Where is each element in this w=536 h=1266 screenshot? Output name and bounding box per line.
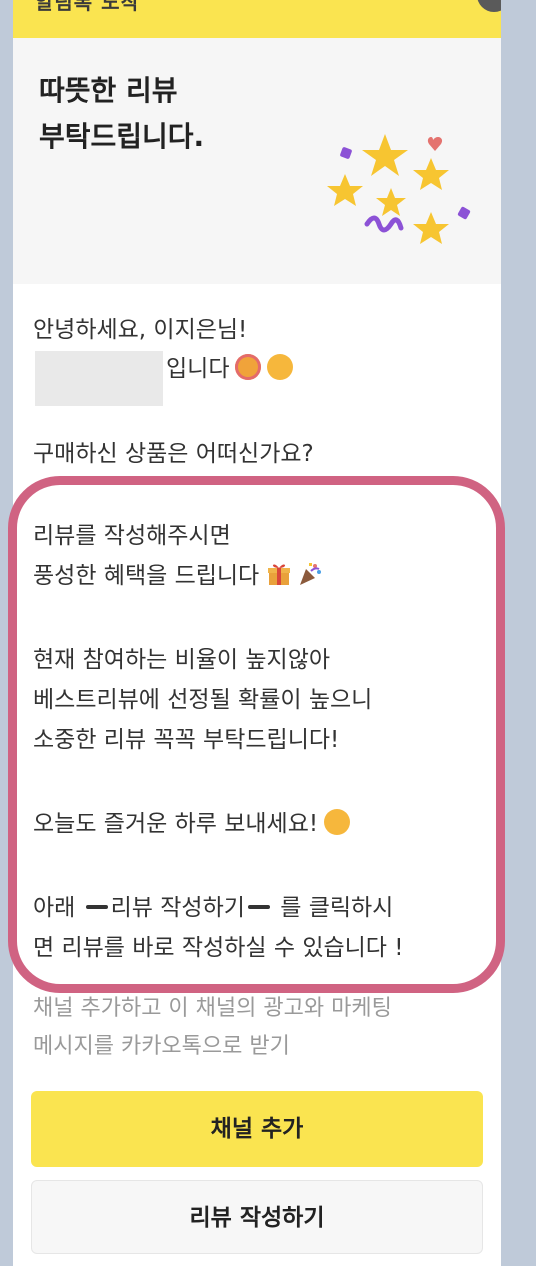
wish-text: 오늘도 즐거운 하루 보내세요! (33, 811, 319, 837)
question-text: 구매하신 상품은 어떠신가요? (33, 441, 314, 467)
yum-emoji-icon (267, 354, 294, 380)
add-channel-button[interactable]: 채널 추가 (31, 1091, 483, 1167)
profile-avatar (477, 0, 501, 12)
yum-emoji-icon (324, 809, 351, 835)
stars-confetti-icon (327, 134, 471, 244)
cta-line2: 면 리뷰를 바로 작성하실 수 있습니다 ! (33, 935, 404, 961)
alimtalk-message-card: 알림톡 도착 따뜻한 리뷰 부탁드립니다. 안녕하세요, 이지은님! 입니다 구… (13, 0, 501, 1266)
hero-title-line1: 따뜻한 리뷰 (39, 74, 178, 107)
hero-banner: 따뜻한 리뷰 부탁드립니다. (13, 38, 501, 284)
arrow-bar-icon (247, 905, 270, 909)
cta-link-text: 리뷰 작성하기 (110, 895, 245, 921)
rate-line1: 현재 참여하는 비율이 높지않아 (33, 647, 331, 673)
wish-line: 오늘도 즐거운 하루 보내세요! (33, 806, 351, 842)
notice-header-bar: 알림톡 도착 (13, 0, 501, 38)
smiling-hearts-emoji-icon (235, 354, 262, 380)
notice-label: 알림톡 도착 (35, 0, 140, 14)
benefit-line2-text: 풍성한 혜택을 드립니다 (33, 563, 260, 589)
benefit-line1: 리뷰를 작성해주시면 (33, 523, 231, 549)
cta-prefix: 아래 (33, 895, 76, 921)
rate-line3: 소중한 리뷰 꼭꼭 부탁드립니다! (33, 727, 340, 753)
redacted-sender-name (35, 351, 163, 406)
channel-note-line1: 채널 추가하고 이 채널의 광고와 마케팅 (33, 996, 392, 1021)
channel-note: 채널 추가하고 이 채널의 광고와 마케팅 메시지를 카카오톡으로 받기 (33, 990, 392, 1066)
channel-note-line2: 메시지를 카카오톡으로 받기 (33, 1034, 290, 1059)
cta-suffix: 를 클릭하시 (280, 895, 394, 921)
sender-suffix: 입니다 (166, 356, 230, 382)
arrow-bar-icon (85, 905, 108, 909)
cta-line1: 아래 리뷰 작성하기 를 클릭하시 (33, 890, 393, 926)
sender-line: 입니다 (166, 351, 294, 387)
greeting-text: 안녕하세요, 이지은님! (33, 317, 248, 343)
hero-title-line2: 부탁드립니다. (39, 120, 205, 153)
write-review-button[interactable]: 리뷰 작성하기 (31, 1180, 483, 1254)
benefit-line2: 풍성한 혜택을 드립니다 (33, 558, 323, 594)
gift-icon (268, 564, 291, 585)
party-popper-icon (300, 563, 322, 585)
hero-title: 따뜻한 리뷰 부탁드립니다. (39, 68, 204, 160)
rate-line2: 베스트리뷰에 선정될 확률이 높으니 (33, 687, 373, 713)
